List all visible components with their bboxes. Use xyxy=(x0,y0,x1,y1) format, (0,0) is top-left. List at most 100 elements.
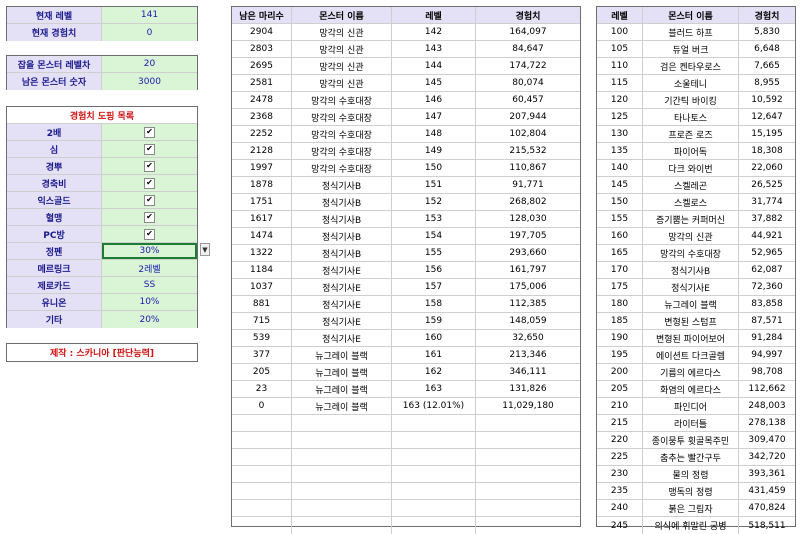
table-cell[interactable] xyxy=(392,466,476,482)
table-cell[interactable]: 뉴그레이 블랙 xyxy=(292,364,392,380)
table-cell[interactable]: 152 xyxy=(392,194,476,210)
table-cell[interactable]: 220 xyxy=(597,432,643,448)
table-cell[interactable]: 110,867 xyxy=(476,160,580,176)
table-cell[interactable] xyxy=(292,483,392,499)
table-cell[interactable]: 144 xyxy=(392,58,476,74)
table-cell[interactable] xyxy=(476,415,580,431)
checkbox[interactable]: ✔ xyxy=(144,177,155,189)
table-cell[interactable]: 망각의 수호대장 xyxy=(643,245,739,261)
table-cell[interactable] xyxy=(292,449,392,465)
table-cell[interactable]: 2478 xyxy=(232,92,292,108)
table-cell[interactable] xyxy=(476,466,580,482)
table-cell[interactable]: 155 xyxy=(392,245,476,261)
table-cell[interactable]: 망각의 수호대장 xyxy=(292,92,392,108)
table-cell[interactable]: 175,006 xyxy=(476,279,580,295)
doping-value-cell[interactable]: ✔ xyxy=(102,158,197,174)
table-cell[interactable]: 215,532 xyxy=(476,143,580,159)
table-cell[interactable]: 157 xyxy=(392,279,476,295)
table-cell[interactable]: 22,060 xyxy=(739,160,795,176)
table-cell[interactable]: 소울테니 xyxy=(643,75,739,91)
table-cell[interactable]: 기간틱 바이킹 xyxy=(643,92,739,108)
table-cell[interactable]: 정식기사E xyxy=(292,262,392,278)
checkbox[interactable]: ✔ xyxy=(144,194,155,206)
table-cell[interactable]: 2695 xyxy=(232,58,292,74)
table-cell[interactable]: 26,525 xyxy=(739,177,795,193)
table-cell[interactable]: 293,660 xyxy=(476,245,580,261)
table-cell[interactable]: 72,360 xyxy=(739,279,795,295)
table-cell[interactable]: 스켈로스 xyxy=(643,194,739,210)
table-cell[interactable]: 망각의 수호대장 xyxy=(292,109,392,125)
table-cell[interactable]: 148 xyxy=(392,126,476,142)
table-cell[interactable]: 망각의 신관 xyxy=(292,24,392,40)
table-cell[interactable] xyxy=(232,500,292,516)
table-cell[interactable]: 91,284 xyxy=(739,330,795,346)
table-cell[interactable]: 춤추는 빨간구두 xyxy=(643,449,739,465)
table-cell[interactable]: 뉴그레이 블랙 xyxy=(643,296,739,312)
table-cell[interactable]: 1474 xyxy=(232,228,292,244)
table-cell[interactable] xyxy=(232,483,292,499)
table-cell[interactable]: 715 xyxy=(232,313,292,329)
table-cell[interactable]: 1751 xyxy=(232,194,292,210)
table-cell[interactable]: 1617 xyxy=(232,211,292,227)
table-cell[interactable]: 15,195 xyxy=(739,126,795,142)
doping-value-cell[interactable]: ✔ xyxy=(102,124,197,140)
table-cell[interactable]: 105 xyxy=(597,41,643,57)
table-cell[interactable]: 변형된 파이어보어 xyxy=(643,330,739,346)
table-cell[interactable]: 213,346 xyxy=(476,347,580,363)
table-cell[interactable] xyxy=(392,500,476,516)
table-cell[interactable]: 망각의 신관 xyxy=(292,41,392,57)
table-cell[interactable]: 205 xyxy=(597,381,643,397)
table-cell[interactable]: 160 xyxy=(392,330,476,346)
table-cell[interactable]: 143 xyxy=(392,41,476,57)
current-level-value[interactable]: 141 xyxy=(102,7,197,23)
doping-value-cell[interactable]: 10% xyxy=(102,294,197,310)
doping-value-cell[interactable]: ✔ xyxy=(102,141,197,157)
table-cell[interactable]: 147 xyxy=(392,109,476,125)
table-cell[interactable] xyxy=(292,466,392,482)
table-cell[interactable]: 160 xyxy=(597,228,643,244)
table-cell[interactable]: 149 xyxy=(392,143,476,159)
table-cell[interactable]: 파이어독 xyxy=(643,143,739,159)
table-cell[interactable]: 148,059 xyxy=(476,313,580,329)
table-cell[interactable]: 2581 xyxy=(232,75,292,91)
table-cell[interactable]: 12,647 xyxy=(739,109,795,125)
table-cell[interactable]: 245 xyxy=(597,517,643,534)
table-cell[interactable]: 80,074 xyxy=(476,75,580,91)
table-cell[interactable]: 5,830 xyxy=(739,24,795,40)
table-cell[interactable]: 망각의 수호대장 xyxy=(292,160,392,176)
table-cell[interactable]: 프로즌 로즈 xyxy=(643,126,739,142)
table-cell[interactable]: 174,722 xyxy=(476,58,580,74)
doping-select[interactable]: 30% xyxy=(102,243,197,259)
table-cell[interactable]: 162 xyxy=(392,364,476,380)
table-cell[interactable]: 98,708 xyxy=(739,364,795,380)
table-cell[interactable]: 393,361 xyxy=(739,466,795,482)
table-cell[interactable] xyxy=(292,517,392,534)
table-cell[interactable]: 정식기사E xyxy=(292,296,392,312)
table-cell[interactable] xyxy=(392,517,476,534)
table-cell[interactable]: 정식기사B xyxy=(292,177,392,193)
table-cell[interactable]: 100 xyxy=(597,24,643,40)
checkbox[interactable]: ✔ xyxy=(144,126,155,138)
table-cell[interactable]: 346,111 xyxy=(476,364,580,380)
table-cell[interactable]: 102,804 xyxy=(476,126,580,142)
table-cell[interactable]: 에이션트 다크골렘 xyxy=(643,347,739,363)
table-cell[interactable]: 158 xyxy=(392,296,476,312)
checkbox[interactable]: ✔ xyxy=(144,228,155,240)
table-cell[interactable]: 83,858 xyxy=(739,296,795,312)
doping-value-cell[interactable]: 20% xyxy=(102,311,197,328)
table-cell[interactable]: 125 xyxy=(597,109,643,125)
table-cell[interactable]: 84,647 xyxy=(476,41,580,57)
table-cell[interactable]: 정식기사B xyxy=(292,228,392,244)
table-cell[interactable]: 161 xyxy=(392,347,476,363)
table-cell[interactable]: 변형된 스텀프 xyxy=(643,313,739,329)
table-cell[interactable]: 225 xyxy=(597,449,643,465)
table-cell[interactable]: 종이뭉투 휫골목주민 xyxy=(643,432,739,448)
table-cell[interactable]: 뉴그레이 블랙 xyxy=(292,381,392,397)
table-cell[interactable]: 175 xyxy=(597,279,643,295)
table-cell[interactable]: 377 xyxy=(232,347,292,363)
table-cell[interactable]: 207,944 xyxy=(476,109,580,125)
table-cell[interactable]: 155 xyxy=(597,211,643,227)
table-cell[interactable] xyxy=(476,432,580,448)
table-cell[interactable]: 146 xyxy=(392,92,476,108)
table-cell[interactable]: 170 xyxy=(597,262,643,278)
